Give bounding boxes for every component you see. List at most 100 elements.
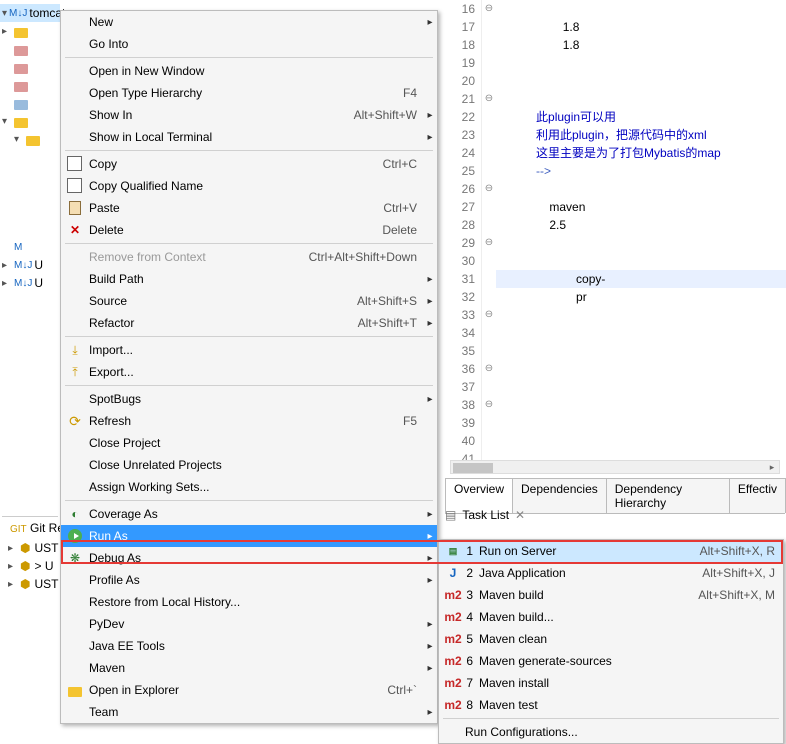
menu-item-refactor[interactable]: RefactorAlt+Shift+T▸	[61, 312, 437, 334]
menu-item-spotbugs[interactable]: SpotBugs▸	[61, 388, 437, 410]
fold-icon	[482, 162, 496, 180]
tree-item[interactable]: ▾	[0, 130, 60, 148]
menu-item-build-path[interactable]: Build Path▸	[61, 268, 437, 290]
code-line[interactable]: 利用此plugin，把源代码中的xml	[496, 126, 786, 144]
fold-gutter[interactable]: ⊖ ⊖ ⊖ ⊖ ⊖ ⊖ ⊖	[482, 0, 496, 470]
menu-item-profile-as[interactable]: Profile As▸	[61, 569, 437, 591]
tab-effective[interactable]: Effectiv	[729, 478, 786, 513]
task-list-view[interactable]: ▤ Task List ✕	[445, 508, 525, 522]
code-line[interactable]: 此plugin可以用	[496, 108, 786, 126]
code-line[interactable]	[496, 396, 786, 414]
menu-item-coverage-as[interactable]: ◐Coverage As▸	[61, 503, 437, 525]
code-area[interactable]: 1.8 1.8 此plugin可以用 利用此plugin，把源代码中的xml 这…	[496, 0, 786, 470]
fold-icon[interactable]: ⊖	[482, 306, 496, 324]
menu-item-restore-from-local-history-[interactable]: Restore from Local History...	[61, 591, 437, 613]
code-line[interactable]	[496, 0, 786, 18]
code-line[interactable]: maven	[496, 198, 786, 216]
submenu-item-java-application[interactable]: J2Java ApplicationAlt+Shift+X, J	[439, 562, 783, 584]
menu-item-copy[interactable]: CopyCtrl+C	[61, 153, 437, 175]
tree-item[interactable]: ▸M↓JU	[0, 274, 60, 292]
code-line[interactable]	[496, 324, 786, 342]
tree-item[interactable]	[0, 94, 60, 112]
menu-item-debug-as[interactable]: ❋Debug As▸	[61, 547, 437, 569]
code-line[interactable]: 2.5	[496, 216, 786, 234]
submenu-item-run-configurations-[interactable]: Run Configurations...	[439, 721, 783, 743]
menu-item-source[interactable]: SourceAlt+Shift+S▸	[61, 290, 437, 312]
tree-item[interactable]	[0, 40, 60, 58]
fold-icon[interactable]: ⊖	[482, 0, 496, 18]
menu-item-show-in[interactable]: Show InAlt+Shift+W▸	[61, 104, 437, 126]
code-line[interactable]: 1.8	[496, 18, 786, 36]
code-line[interactable]	[496, 54, 786, 72]
submenu-item-maven-test[interactable]: m28Maven test	[439, 694, 783, 716]
menu-item-close-unrelated-projects[interactable]: Close Unrelated Projects	[61, 454, 437, 476]
menu-item-new[interactable]: New▸	[61, 11, 437, 33]
project-tree[interactable]: ▾ M↓J tomcat ▸ ▾ ▾ M ▸M↓JU ▸M↓JU	[0, 0, 60, 292]
scroll-thumb[interactable]	[453, 463, 493, 473]
code-line[interactable]	[496, 432, 786, 450]
code-line[interactable]	[496, 342, 786, 360]
tree-root[interactable]: ▾ M↓J tomcat	[0, 4, 60, 22]
code-line[interactable]	[496, 72, 786, 90]
code-line[interactable]	[496, 378, 786, 396]
fold-icon[interactable]: ⊖	[482, 396, 496, 414]
tree-item[interactable]	[0, 58, 60, 76]
git-repo-item[interactable]: ▸⬢UST	[0, 539, 60, 557]
tree-item[interactable]	[0, 76, 60, 94]
code-line[interactable]	[496, 234, 786, 252]
menu-item-import-[interactable]: ⤓Import...	[61, 339, 437, 361]
code-line[interactable]: copy-	[496, 270, 786, 288]
tree-item[interactable]: ▸	[0, 22, 60, 40]
menu-item-open-in-new-window[interactable]: Open in New Window	[61, 60, 437, 82]
submenu-item-maven-build-[interactable]: m24Maven build...	[439, 606, 783, 628]
h-scrollbar[interactable]: ◂ ▸	[450, 460, 780, 474]
tree-item[interactable]: M	[0, 238, 60, 256]
menu-item-assign-working-sets-[interactable]: Assign Working Sets...	[61, 476, 437, 498]
code-line[interactable]	[496, 180, 786, 198]
menu-item-close-project[interactable]: Close Project	[61, 432, 437, 454]
tree-item[interactable]: ▸M↓JU	[0, 256, 60, 274]
menu-item-pydev[interactable]: PyDev▸	[61, 613, 437, 635]
git-repo-item[interactable]: ▸⬢UST	[0, 575, 60, 593]
menu-item-run-as[interactable]: Run As▸	[61, 525, 437, 547]
fold-icon[interactable]: ⊖	[482, 90, 496, 108]
fold-icon[interactable]: ⊖	[482, 180, 496, 198]
fold-icon[interactable]: ⊖	[482, 234, 496, 252]
submenu-item-maven-generate-sources[interactable]: m26Maven generate-sources	[439, 650, 783, 672]
code-line[interactable]	[496, 360, 786, 378]
menu-item-open-in-explorer[interactable]: Open in ExplorerCtrl+`	[61, 679, 437, 701]
menu-item-export-[interactable]: ⤒Export...	[61, 361, 437, 383]
xml-icon: M	[14, 242, 22, 253]
code-line[interactable]: 1.8	[496, 36, 786, 54]
tab-dep-hierarchy[interactable]: Dependency Hierarchy	[606, 478, 730, 513]
menu-item-maven[interactable]: Maven▸	[61, 657, 437, 679]
close-icon[interactable]: ✕	[515, 508, 525, 522]
tree-item[interactable]: ▾	[0, 112, 60, 130]
submenu-item-maven-build[interactable]: m23Maven buildAlt+Shift+X, M	[439, 584, 783, 606]
menu-item-show-in-local-terminal[interactable]: Show in Local Terminal▸	[61, 126, 437, 148]
git-repositories-view[interactable]: GIT Git Rep ▸⬢UST ▸⬢> U ▸⬢UST	[0, 516, 60, 744]
submenu-item-maven-clean[interactable]: m25Maven clean	[439, 628, 783, 650]
code-line[interactable]	[496, 252, 786, 270]
menu-item-refresh[interactable]: ⟳RefreshF5	[61, 410, 437, 432]
menu-item-paste[interactable]: PasteCtrl+V	[61, 197, 437, 219]
menu-item-java-ee-tools[interactable]: Java EE Tools▸	[61, 635, 437, 657]
code-line[interactable]: pr	[496, 288, 786, 306]
menu-item-delete[interactable]: ✕DeleteDelete	[61, 219, 437, 241]
code-line[interactable]: 这里主要是为了打包Mybatis的map	[496, 144, 786, 162]
code-line[interactable]: -->	[496, 162, 786, 180]
code-line[interactable]	[496, 306, 786, 324]
menu-item-open-type-hierarchy[interactable]: Open Type HierarchyF4	[61, 82, 437, 104]
scroll-right-icon[interactable]: ▸	[765, 461, 779, 473]
menu-item-go-into[interactable]: Go Into	[61, 33, 437, 55]
fold-icon[interactable]: ⊖	[482, 360, 496, 378]
code-editor[interactable]: 1617181920212223242526272829303132333435…	[438, 0, 786, 470]
code-line[interactable]	[496, 414, 786, 432]
menu-item-team[interactable]: Team▸	[61, 701, 437, 723]
git-repo-item[interactable]: ▸⬢> U	[0, 557, 60, 575]
tab-dependencies[interactable]: Dependencies	[512, 478, 607, 513]
menu-item-copy-qualified-name[interactable]: Copy Qualified Name	[61, 175, 437, 197]
code-line[interactable]	[496, 90, 786, 108]
submenu-item-maven-install[interactable]: m27Maven install	[439, 672, 783, 694]
submenu-item-run-on-server[interactable]: ▤1Run on ServerAlt+Shift+X, R	[439, 540, 783, 562]
